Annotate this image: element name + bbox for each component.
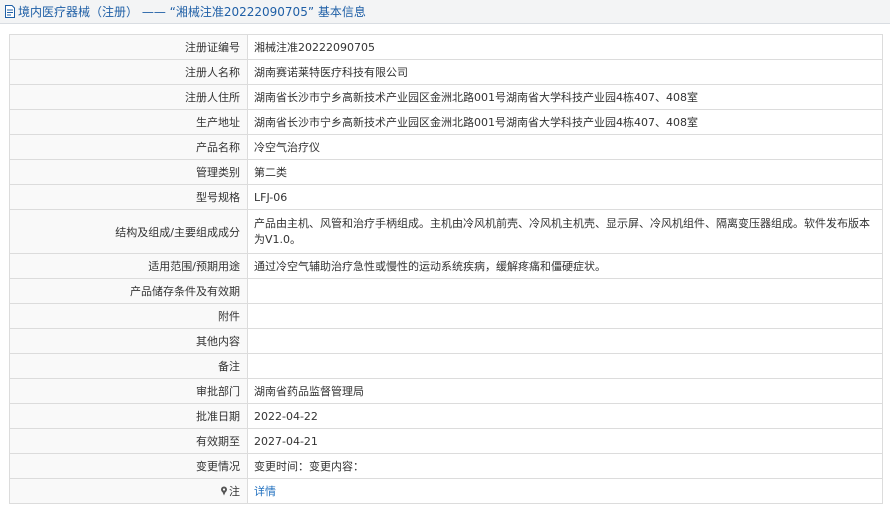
field-label: 备注 [9, 353, 248, 379]
table-row-note: 注 详情 [9, 478, 883, 504]
table-row: 注册证编号 湘械注准20222090705 [9, 34, 883, 60]
field-label: 结构及组成/主要组成成分 [9, 209, 248, 254]
field-label: 附件 [9, 303, 248, 329]
field-label: 注册证编号 [9, 34, 248, 60]
pin-icon [221, 486, 227, 496]
table-row: 生产地址 湖南省长沙市宁乡高新技术产业园区金洲北路001号湖南省大学科技产业园4… [9, 109, 883, 135]
field-value: 产品由主机、风管和治疗手柄组成。主机由冷风机前壳、冷风机主机壳、显示屏、冷风机组… [247, 209, 883, 254]
field-value [247, 353, 883, 379]
field-label: 注册人住所 [9, 84, 248, 110]
field-label: 产品储存条件及有效期 [9, 278, 248, 304]
field-value: 湖南赛诺莱特医疗科技有限公司 [247, 59, 883, 85]
field-value: 2027-04-21 [247, 428, 883, 454]
details-link[interactable]: 详情 [254, 485, 276, 498]
field-value: 冷空气治疗仪 [247, 134, 883, 160]
field-label: 管理类别 [9, 159, 248, 185]
note-label: 注 [229, 485, 240, 498]
field-value: 第二类 [247, 159, 883, 185]
field-label: 适用范围/预期用途 [9, 253, 248, 279]
table-row: 附件 [9, 303, 883, 329]
table-row: 产品名称 冷空气治疗仪 [9, 134, 883, 160]
table-row: 管理类别 第二类 [9, 159, 883, 185]
field-value [247, 303, 883, 329]
table-row: 注册人住所 湖南省长沙市宁乡高新技术产业园区金洲北路001号湖南省大学科技产业园… [9, 84, 883, 110]
field-value: 湘械注准20222090705 [247, 34, 883, 60]
field-value [247, 328, 883, 354]
table-row: 备注 [9, 353, 883, 379]
page-title: 境内医疗器械（注册） —— “湘械注准20222090705” 基本信息 [18, 5, 366, 19]
field-label: 生产地址 [9, 109, 248, 135]
field-value: LFJ-06 [247, 184, 883, 210]
table-row: 结构及组成/主要组成成分 产品由主机、风管和治疗手柄组成。主机由冷风机前壳、冷风… [9, 209, 883, 254]
field-label: 变更情况 [9, 453, 248, 479]
table-row: 适用范围/预期用途 通过冷空气辅助治疗急性或慢性的运动系统疾病，缓解疼痛和僵硬症… [9, 253, 883, 279]
table-row: 型号规格 LFJ-06 [9, 184, 883, 210]
field-value: 湖南省药品监督管理局 [247, 378, 883, 404]
detail-table: 注册证编号 湘械注准20222090705 注册人名称 湖南赛诺莱特医疗科技有限… [9, 34, 883, 504]
field-value [247, 278, 883, 304]
table-row: 产品储存条件及有效期 [9, 278, 883, 304]
field-label: 有效期至 [9, 428, 248, 454]
note-label-cell: 注 [9, 478, 248, 504]
field-value: 通过冷空气辅助治疗急性或慢性的运动系统疾病，缓解疼痛和僵硬症状。 [247, 253, 883, 279]
document-icon [5, 5, 15, 18]
field-value: 湖南省长沙市宁乡高新技术产业园区金洲北路001号湖南省大学科技产业园4栋407、… [247, 109, 883, 135]
field-value: 湖南省长沙市宁乡高新技术产业园区金洲北路001号湖南省大学科技产业园4栋407、… [247, 84, 883, 110]
field-label: 型号规格 [9, 184, 248, 210]
field-label: 批准日期 [9, 403, 248, 429]
table-row: 注册人名称 湖南赛诺莱特医疗科技有限公司 [9, 59, 883, 85]
note-value: 详情 [247, 478, 883, 504]
field-value: 变更时间：变更内容： [247, 453, 883, 479]
table-row: 审批部门 湖南省药品监督管理局 [9, 378, 883, 404]
table-row: 批准日期 2022-04-22 [9, 403, 883, 429]
field-label: 产品名称 [9, 134, 248, 160]
table-row: 其他内容 [9, 328, 883, 354]
field-value: 2022-04-22 [247, 403, 883, 429]
field-label: 其他内容 [9, 328, 248, 354]
field-label: 审批部门 [9, 378, 248, 404]
table-row: 有效期至 2027-04-21 [9, 428, 883, 454]
field-label: 注册人名称 [9, 59, 248, 85]
table-row: 变更情况 变更时间：变更内容： [9, 453, 883, 479]
page-header: 境内医疗器械（注册） —— “湘械注准20222090705” 基本信息 [0, 0, 890, 24]
